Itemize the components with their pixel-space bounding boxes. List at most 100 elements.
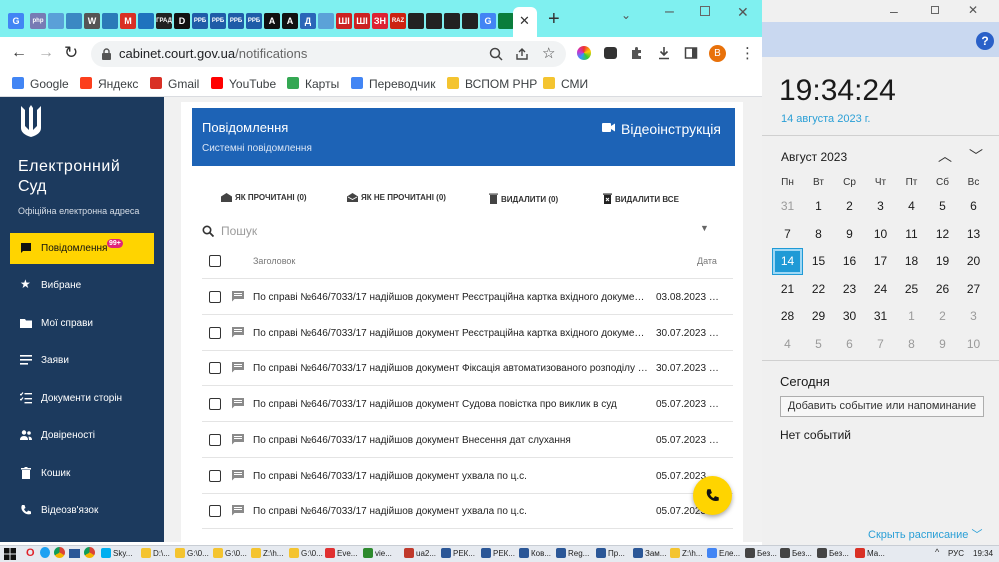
- maximize-button[interactable]: [931, 6, 939, 14]
- taskbar-item[interactable]: Пр...: [596, 548, 625, 561]
- tab-icon[interactable]: ШІ: [336, 13, 352, 29]
- tab-icon[interactable]: ШІ: [354, 13, 370, 29]
- chrome-icon[interactable]: [84, 547, 95, 558]
- calendar-day[interactable]: 13: [958, 221, 989, 248]
- puzzle-extensions-icon[interactable]: [630, 46, 644, 60]
- delete-all-button[interactable]: ВИДАЛИТИ ВСЕ: [603, 193, 679, 204]
- tab-icon[interactable]: РРБ: [210, 13, 226, 29]
- search-field[interactable]: Пошук ▼: [200, 219, 717, 243]
- language-indicator[interactable]: РУС: [948, 549, 964, 558]
- tab-icon[interactable]: [102, 13, 118, 29]
- calendar-day[interactable]: 1: [896, 303, 927, 330]
- call-fab-button[interactable]: [693, 476, 732, 515]
- chrome-icon[interactable]: [54, 547, 65, 558]
- select-all-checkbox[interactable]: [209, 255, 221, 267]
- taskbar-item[interactable]: Без...: [745, 548, 777, 561]
- notification-row[interactable]: По справі №646/7033/17 надійшов документ…: [202, 493, 733, 530]
- calendar-day[interactable]: 1: [803, 193, 834, 220]
- tray-chevron-up-icon[interactable]: ^: [935, 547, 939, 557]
- menu-kebab-icon[interactable]: ⋮: [740, 44, 755, 62]
- tab-icon[interactable]: РРБ: [246, 13, 262, 29]
- taskbar-item[interactable]: Ма...: [855, 548, 885, 561]
- calendar-day[interactable]: 29: [803, 303, 834, 330]
- bookmark-2[interactable]: Gmail: [150, 77, 199, 91]
- taskbar-item[interactable]: РЕК...: [481, 548, 515, 561]
- calendar-day[interactable]: 20: [958, 248, 989, 275]
- opera-icon[interactable]: O: [26, 547, 35, 559]
- prev-month-chevron-up-icon[interactable]: ︿: [938, 146, 952, 166]
- calendar-day[interactable]: 4: [772, 331, 803, 358]
- calendar-day[interactable]: 2: [834, 193, 865, 220]
- calendar-day[interactable]: 25: [896, 276, 927, 303]
- taskbar-item[interactable]: Зам...: [633, 548, 666, 561]
- taskbar-clock[interactable]: 19:34: [973, 549, 993, 558]
- row-checkbox[interactable]: [209, 326, 221, 339]
- calendar-day[interactable]: 24: [865, 276, 896, 303]
- calendar-day[interactable]: 22: [803, 276, 834, 303]
- forward-button[interactable]: →: [38, 44, 54, 62]
- calendar-day[interactable]: 30: [834, 303, 865, 330]
- taskbar-item[interactable]: G:\0...: [213, 548, 247, 561]
- address-bar[interactable]: cabinet.court.gov.ua/notifications ☆: [91, 41, 566, 67]
- calendar-day[interactable]: 6: [834, 331, 865, 358]
- download-icon[interactable]: [657, 46, 671, 60]
- tab-icon[interactable]: [318, 13, 334, 29]
- sidebar-item-applications[interactable]: Заяви: [10, 345, 154, 376]
- sidebar-item-notifications[interactable]: Повідомлення 99+: [10, 233, 154, 264]
- help-icon[interactable]: ?: [976, 32, 994, 50]
- taskbar-item[interactable]: D:\...: [141, 548, 170, 561]
- taskbar-item[interactable]: Еле...: [707, 548, 740, 561]
- calendar-day[interactable]: 27: [958, 276, 989, 303]
- notification-row[interactable]: По справі №646/7033/17 надійшов документ…: [202, 458, 733, 494]
- bookmark-4[interactable]: Карты: [287, 77, 339, 91]
- calendar-day[interactable]: 5: [927, 193, 958, 220]
- extension-icon[interactable]: [604, 47, 617, 59]
- minimize-button[interactable]: –: [890, 3, 898, 19]
- current-date[interactable]: 14 августа 2023 г.: [781, 113, 870, 125]
- next-month-chevron-down-icon[interactable]: ﹀: [969, 146, 983, 166]
- calendar-day[interactable]: 31: [865, 303, 896, 330]
- maximize-button[interactable]: [700, 6, 710, 16]
- calendar-day[interactable]: 31: [772, 193, 803, 220]
- taskbar-item[interactable]: Z:\h...: [670, 548, 702, 561]
- calendar-day[interactable]: 21: [772, 276, 803, 303]
- mark-read-button[interactable]: ЯК ПРОЧИТАНІ (0): [221, 193, 307, 202]
- search-input[interactable]: Пошук: [221, 224, 257, 238]
- calendar-day[interactable]: 3: [958, 303, 989, 330]
- tab-icon[interactable]: A: [282, 13, 298, 29]
- tab-icon[interactable]: [462, 13, 478, 29]
- calendar-day[interactable]: 8: [803, 221, 834, 248]
- tab-icon[interactable]: РРБ: [192, 13, 208, 29]
- share-icon[interactable]: [515, 47, 529, 61]
- tab-icon[interactable]: [66, 13, 82, 29]
- taskbar-item[interactable]: Eve...: [325, 548, 357, 561]
- calendar-day[interactable]: 3: [865, 193, 896, 220]
- calendar-day[interactable]: 4: [896, 193, 927, 220]
- add-event-button[interactable]: Добавить событие или напоминание: [780, 396, 984, 417]
- notification-row[interactable]: По справі №646/7033/17 надійшов документ…: [202, 315, 733, 351]
- calendar-day[interactable]: 11: [896, 221, 927, 248]
- google-tab-icon[interactable]: G: [8, 13, 24, 29]
- taskbar-item[interactable]: Reg...: [556, 548, 589, 561]
- calendar-day[interactable]: 28: [772, 303, 803, 330]
- calendar-day[interactable]: 12: [927, 221, 958, 248]
- calendar-day[interactable]: 23: [834, 276, 865, 303]
- bookmark-6[interactable]: ВСПОМ РНР: [447, 77, 537, 91]
- tab-icon[interactable]: [498, 13, 514, 29]
- app-icon[interactable]: [69, 549, 80, 558]
- taskbar-item[interactable]: G:\0...: [289, 548, 323, 561]
- taskbar-item[interactable]: vie...: [363, 548, 392, 561]
- calendar-day[interactable]: 9: [834, 221, 865, 248]
- tab-icon[interactable]: ГРАД: [156, 13, 172, 29]
- row-checkbox[interactable]: [209, 362, 221, 375]
- taskbar-item[interactable]: Z:\h...: [251, 548, 283, 561]
- sidebar-item-party-documents[interactable]: Документи сторін: [10, 383, 154, 414]
- minimize-button[interactable]: –: [665, 3, 674, 21]
- calendar-day[interactable]: 6: [958, 193, 989, 220]
- row-checkbox[interactable]: [209, 505, 221, 518]
- row-checkbox[interactable]: [209, 433, 221, 446]
- delete-button[interactable]: ВИДАЛИТИ (0): [489, 193, 558, 204]
- notification-row[interactable]: По справі №646/7033/17 надійшов документ…: [202, 422, 733, 458]
- close-window-button[interactable]: ✕: [737, 4, 749, 21]
- calendar-day[interactable]: 7: [865, 331, 896, 358]
